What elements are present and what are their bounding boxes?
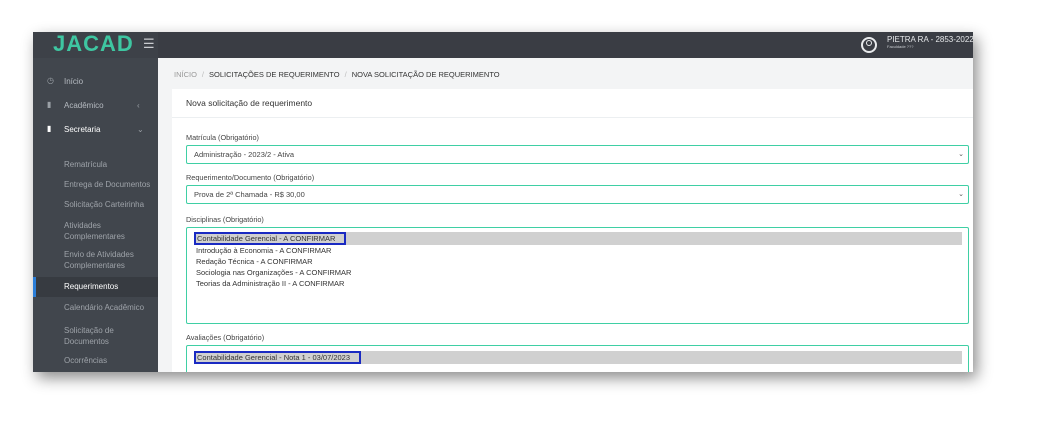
list-item[interactable]: Contabilidade Gerencial - A CONFIRMAR bbox=[194, 232, 962, 245]
menu-toggle-icon[interactable]: ☰ bbox=[143, 37, 155, 51]
avaliacoes-listbox[interactable]: Contabilidade Gerencial - Nota 1 - 03/07… bbox=[186, 345, 969, 372]
sidebar-item-secretaria[interactable]: ▮ Secretaria ⌄ bbox=[33, 117, 158, 141]
top-bar: PIETRA RA - 2853-2022 Faculdade ??? bbox=[33, 32, 973, 58]
requerimento-select[interactable]: Prova de 2ª Chamada - R$ 30,00 ⌄ bbox=[186, 185, 969, 204]
matricula-label: Matrícula (Obrigatório) bbox=[186, 133, 259, 142]
file-icon: ▮ bbox=[47, 124, 52, 133]
sidebar: JACAD ☰ ◷ Início ▮ Acadêmico ‹ ▮ Secreta… bbox=[33, 32, 158, 372]
avaliacoes-label: Avaliações (Obrigatório) bbox=[186, 333, 265, 342]
page-title: Nova solicitação de requerimento bbox=[186, 98, 313, 108]
sidebar-item-envio-atividades[interactable]: Envio de Atividades Complementares bbox=[33, 247, 158, 277]
chevron-down-icon: ⌄ bbox=[958, 191, 964, 198]
sidebar-item-label: Secretaria bbox=[64, 124, 101, 134]
sidebar-item-academico[interactable]: ▮ Acadêmico ‹ bbox=[33, 93, 158, 117]
breadcrumb-current: NOVA SOLICITAÇÃO DE REQUERIMENTO bbox=[351, 70, 500, 79]
sidebar-item-atividades-complementares[interactable]: Atividades Complementares bbox=[33, 215, 158, 247]
user-name: PIETRA RA - 2853-2022 bbox=[887, 35, 973, 44]
list-item[interactable]: Teorias da Administração II - A CONFIRMA… bbox=[196, 278, 962, 289]
selected-option-highlight: Contabilidade Gerencial - A CONFIRMAR bbox=[194, 232, 347, 245]
list-item[interactable]: Introdução à Economia - A CONFIRMAR bbox=[196, 245, 962, 256]
user-menu[interactable]: PIETRA RA - 2853-2022 Faculdade ??? bbox=[861, 35, 973, 53]
sidebar-item-calendario-academico[interactable]: Calendário Acadêmico bbox=[33, 297, 158, 318]
user-institution: Faculdade ??? bbox=[887, 44, 914, 49]
clock-icon: ◷ bbox=[47, 76, 54, 85]
chevron-down-icon: ⌄ bbox=[958, 151, 964, 158]
breadcrumb: INÍCIO / SOLICITAÇÕES DE REQUERIMENTO / NOVA… bbox=[174, 70, 500, 79]
matricula-value: Administração - 2023/2 - Ativa bbox=[194, 150, 295, 159]
selected-option-highlight: Contabilidade Gerencial - Nota 1 - 03/07… bbox=[194, 351, 362, 364]
sidebar-item-solicitacao-documentos[interactable]: Solicitação de Documentos bbox=[33, 318, 158, 349]
sidebar-item-solicitacao-carteirinha[interactable]: Solicitação Carteirinha bbox=[33, 195, 158, 215]
matricula-select[interactable]: Administração - 2023/2 - Ativa ⌄ bbox=[186, 145, 969, 164]
sidebar-item-rematricula[interactable]: Rematrícula bbox=[33, 155, 158, 175]
main-content: INÍCIO / SOLICITAÇÕES DE REQUERIMENTO / NOVA… bbox=[158, 58, 973, 372]
sidebar-item-entrega-documentos[interactable]: Entrega de Documentos bbox=[33, 175, 158, 195]
sidebar-item-inicio[interactable]: ◷ Início bbox=[33, 69, 158, 93]
sidebar-item-ocorrencias[interactable]: Ocorrências bbox=[33, 349, 158, 369]
chevron-left-icon: ‹ bbox=[137, 100, 140, 110]
divider bbox=[172, 117, 973, 118]
disciplinas-label: Disciplinas (Obrigatório) bbox=[186, 215, 264, 224]
breadcrumb-separator: / bbox=[201, 70, 205, 79]
sidebar-item-label: Início bbox=[64, 76, 84, 86]
list-item[interactable]: Sociologia nas Organizações - A CONFIRMA… bbox=[196, 267, 962, 278]
jacad-logo[interactable]: JACAD bbox=[53, 32, 134, 56]
sidebar-item-label: Acadêmico bbox=[64, 100, 104, 110]
chevron-down-icon: ⌄ bbox=[137, 124, 144, 134]
breadcrumb-separator: / bbox=[344, 70, 347, 79]
list-item[interactable]: Contabilidade Gerencial - Nota 1 - 03/07… bbox=[194, 351, 962, 364]
user-avatar-icon[interactable] bbox=[861, 37, 877, 53]
requerimento-label: Requerimento/Documento (Obrigatório) bbox=[186, 173, 315, 182]
breadcrumb-solicitacoes[interactable]: SOLICITAÇÕES DE REQUERIMENTO bbox=[209, 70, 340, 79]
sidebar-item-requerimentos[interactable]: Requerimentos bbox=[33, 277, 158, 297]
request-form-card: Nova solicitação de requerimento Matrícu… bbox=[172, 89, 973, 372]
sidebar-nav: ◷ Início ▮ Acadêmico ‹ ▮ Secretaria ⌄ Re… bbox=[33, 69, 158, 369]
app-window: PIETRA RA - 2853-2022 Faculdade ??? JACA… bbox=[33, 32, 973, 372]
requerimento-value: Prova de 2ª Chamada - R$ 30,00 bbox=[194, 190, 305, 199]
disciplinas-listbox[interactable]: Contabilidade Gerencial - A CONFIRMAR In… bbox=[186, 227, 969, 324]
breadcrumb-inicio[interactable]: INÍCIO bbox=[174, 70, 197, 79]
brand: JACAD ☰ bbox=[33, 32, 158, 58]
folder-icon: ▮ bbox=[47, 100, 52, 109]
list-item[interactable]: Redação Técnica - A CONFIRMAR bbox=[196, 256, 962, 267]
